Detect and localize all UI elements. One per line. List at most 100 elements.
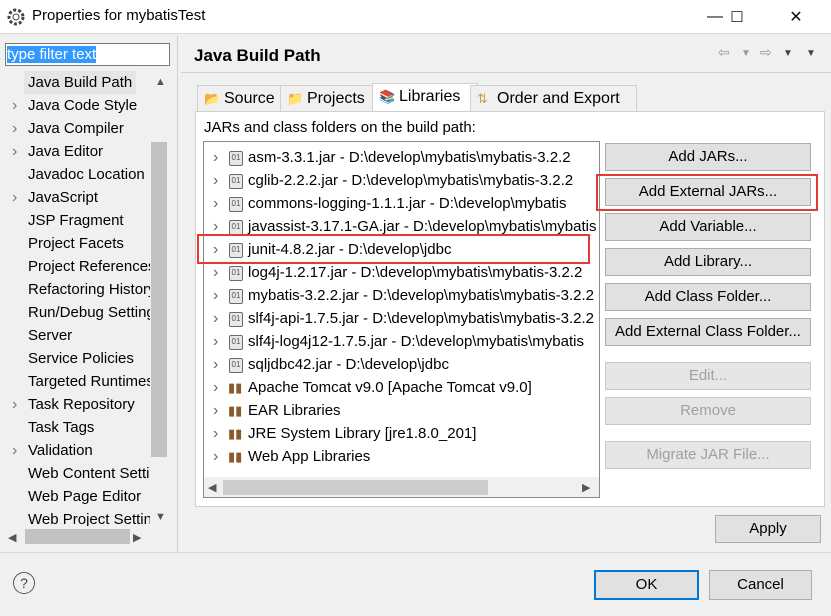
tree-vertical-scroll-thumb[interactable] [151,142,167,457]
chevron-right-icon[interactable]: › [12,117,17,140]
window-title: Properties for mybatisTest [32,7,206,24]
chevron-right-icon[interactable]: › [213,353,218,376]
tree-item[interactable]: › Validation [0,439,150,462]
jar-file-icon: 01 [229,358,243,373]
scroll-left-icon[interactable]: ◀ [8,531,16,544]
tree-item[interactable]: Java Build Path [0,71,150,94]
chevron-right-icon[interactable]: › [12,94,17,117]
chevron-right-icon[interactable]: › [213,376,218,399]
chevron-right-icon[interactable]: › [213,284,218,307]
tab-order-and-export[interactable]: ⇅ Order and Export [470,85,637,112]
list-item-label: log4j-1.2.17.jar - D:\develop\mybatis\my… [248,264,583,281]
add-external-class-folder-button[interactable]: Add External Class Folder... [605,318,811,346]
filter-input[interactable]: type filter text [5,43,170,66]
tree-item[interactable]: Refactoring History [0,278,150,301]
list-item[interactable]: › 01 log4j-1.2.17.jar - D:\develop\mybatis… [204,261,599,284]
chevron-right-icon[interactable]: › [213,422,218,445]
list-scroll-right-icon[interactable]: ▶ [582,481,590,494]
list-item[interactable]: › 01 slf4j-api-1.7.5.jar - D:\develop\myba… [204,307,599,330]
chevron-right-icon[interactable]: › [213,399,218,422]
jar-file-icon: 01 [229,335,243,350]
tree-item-label: Project References [28,258,150,275]
tree-item[interactable]: Server [0,324,150,347]
tree-item-label: JSP Fragment [28,212,124,229]
list-horizontal-scroll-thumb[interactable] [223,480,488,495]
list-item[interactable]: › ▮▮ EAR Libraries [204,399,599,422]
scroll-up-icon[interactable]: ▲ [155,76,166,88]
chevron-right-icon[interactable]: › [213,169,218,192]
tree-item[interactable]: JSP Fragment [0,209,150,232]
tree-item[interactable]: › Java Editor [0,140,150,163]
tree-item[interactable]: › Java Compiler [0,117,150,140]
list-item[interactable]: › 01 commons-logging-1.1.1.jar - D:\develo… [204,192,599,215]
tree-item[interactable]: Run/Debug Settings [0,301,150,324]
chevron-right-icon[interactable]: › [213,261,218,284]
migrate-jar-button[interactable]: Migrate JAR File... [605,441,811,469]
list-item[interactable]: › ▮▮ Apache Tomcat v9.0 [Apache Tomcat v9.… [204,376,599,399]
add-jars-button[interactable]: Add JARs... [605,143,811,171]
back-dropdown-icon[interactable]: ▼ [741,48,751,59]
tree-item[interactable]: › Task Repository [0,393,150,416]
back-arrow-icon[interactable]: ⇦ [718,44,730,61]
chevron-right-icon[interactable]: › [213,192,218,215]
tree-item[interactable]: Javadoc Location [0,163,150,186]
tree-item[interactable]: Project Facets [0,232,150,255]
chevron-right-icon[interactable]: › [12,186,17,209]
forward-arrow-icon[interactable]: ⇨ [760,44,772,61]
close-button[interactable]: ✕ [773,0,819,34]
add-variable-button[interactable]: Add Variable... [605,213,811,241]
list-item-label: sqljdbc42.jar - D:\develop\jdbc [248,356,449,373]
edit-button[interactable]: Edit... [605,362,811,390]
page-title: Java Build Path [194,46,321,65]
view-menu-icon[interactable]: ▼ [806,48,816,59]
add-class-folder-button[interactable]: Add Class Folder... [605,283,811,311]
tree-horizontal-scroll-thumb[interactable] [25,529,130,544]
tree-item-label: JavaScript [28,189,99,206]
library-list[interactable]: › 01 asm-3.3.1.jar - D:\develop\mybatis\my… [203,141,600,498]
list-scroll-left-icon[interactable]: ◀ [208,481,216,494]
tree-item[interactable]: Web Page Editor [0,485,150,508]
help-icon[interactable]: ? [13,572,35,594]
list-item[interactable]: › ▮▮ Web App Libraries [204,445,599,468]
list-item[interactable]: › 01 asm-3.3.1.jar - D:\develop\mybatis\my… [204,146,599,169]
tab-libraries[interactable]: 📚 Libraries [372,83,478,113]
chevron-right-icon[interactable]: › [213,445,218,468]
list-item[interactable]: › 01 sqljdbc42.jar - D:\develop\jdbc [204,353,599,376]
ok-button[interactable]: OK [594,570,699,600]
list-item[interactable]: › ▮▮ JRE System Library [jre1.8.0_201] [204,422,599,445]
chevron-right-icon[interactable]: › [213,330,218,353]
chevron-right-icon[interactable]: › [213,146,218,169]
tree-item[interactable]: › Java Code Style [0,94,150,117]
chevron-right-icon[interactable]: › [12,140,17,163]
library-icon: ▮▮ [228,380,243,395]
tree-item[interactable]: › JavaScript [0,186,150,209]
list-item-label: cglib-2.2.2.jar - D:\develop\mybatis\myb… [248,172,574,189]
tab-projects[interactable]: 📁 Projects [280,85,380,112]
list-item-label: commons-logging-1.1.1.jar - D:\develop\m… [248,195,567,212]
add-library-button[interactable]: Add Library... [605,248,811,276]
cancel-button[interactable]: Cancel [709,570,812,600]
jar-file-icon: 01 [229,289,243,304]
tree-item-label: Java Build Path [24,71,137,94]
tree-item[interactable]: Targeted Runtimes [0,370,150,393]
list-item-label: asm-3.3.1.jar - D:\develop\mybatis\mybat… [248,149,571,166]
list-item[interactable]: › 01 slf4j-log4j12-1.7.5.jar - D:\develop\… [204,330,599,353]
tree-item[interactable]: Task Tags [0,416,150,439]
tree-item[interactable]: Service Policies [0,347,150,370]
list-item[interactable]: › 01 mybatis-3.2.2.jar - D:\develop\mybati… [204,284,599,307]
tree-item[interactable]: Web Content Settings [0,462,150,485]
chevron-right-icon[interactable]: › [12,393,17,416]
tree-item-label: Task Repository [28,396,135,413]
scroll-right-icon[interactable]: ▶ [133,531,141,544]
apply-button[interactable]: Apply [715,515,821,543]
tree-item[interactable]: Project References [0,255,150,278]
forward-dropdown-icon[interactable]: ▼ [783,48,793,59]
list-item[interactable]: › 01 cglib-2.2.2.jar - D:\develop\mybatis\… [204,169,599,192]
maximize-button[interactable]: ☐ [714,0,760,34]
order-export-icon: ⇅ [477,91,488,106]
tab-source[interactable]: 📂 Source [197,85,288,112]
chevron-right-icon[interactable]: › [213,307,218,330]
remove-button[interactable]: Remove [605,397,811,425]
chevron-right-icon[interactable]: › [12,439,17,462]
scroll-down-icon[interactable]: ▼ [155,511,166,523]
